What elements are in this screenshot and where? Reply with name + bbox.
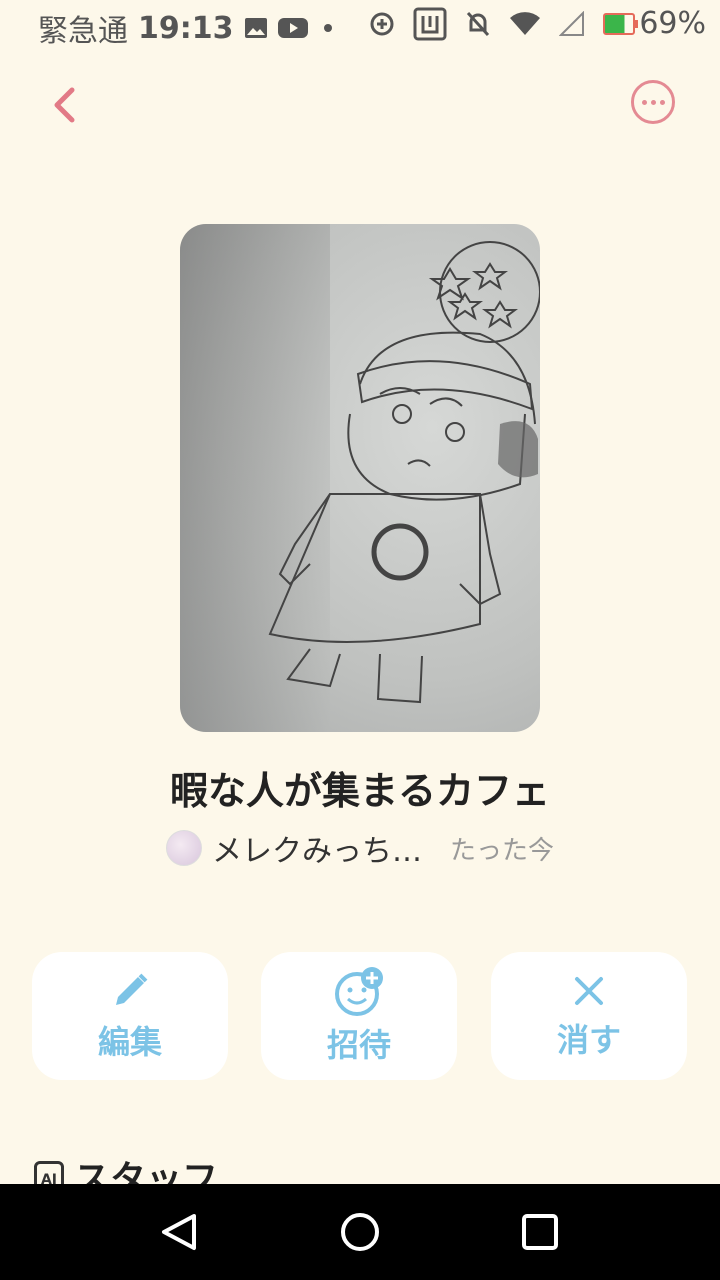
room-cover-image[interactable] — [180, 224, 540, 732]
dot — [659, 99, 665, 105]
nfc-icon — [413, 7, 447, 41]
more-options-button[interactable] — [631, 80, 675, 124]
image-icon — [244, 17, 268, 39]
clock: 19:13 — [138, 10, 234, 46]
data-saver-icon — [369, 11, 395, 37]
back-button[interactable] — [40, 80, 90, 130]
room-title: 暇な人が集まるカフェ — [169, 769, 550, 813]
status-bar: 緊急通 19:13 69% — [0, 0, 720, 50]
close-icon — [575, 977, 603, 1005]
signal-icon — [559, 10, 585, 37]
notification-dot-icon — [318, 18, 338, 38]
chevron-left-icon — [54, 87, 75, 123]
carrier-label: 緊急通 — [38, 14, 128, 49]
action-buttons: 編集 招待 消す — [32, 952, 688, 1080]
dot — [650, 99, 656, 105]
timestamp: たった今 — [449, 835, 554, 866]
youtube-icon — [277, 17, 308, 39]
sketch-drawing — [268, 241, 540, 704]
owner-avatar[interactable] — [165, 830, 202, 866]
wifi-icon — [509, 11, 541, 37]
system-nav-bar — [0, 1184, 720, 1280]
room-meta: メレクみっち… たった今 — [0, 826, 720, 870]
invite-label: 招待 — [326, 1026, 391, 1064]
battery-icon — [603, 12, 639, 35]
invite-button[interactable]: 招待 — [261, 952, 457, 1080]
nav-home-button[interactable] — [341, 1213, 379, 1251]
edit-button[interactable]: 編集 — [32, 952, 228, 1080]
pencil-icon — [116, 973, 148, 1005]
edit-label: 編集 — [97, 1023, 162, 1061]
top-nav — [0, 60, 720, 150]
delete-label: 消す — [556, 1021, 621, 1059]
battery-percent: 69% — [639, 6, 706, 41]
mute-icon — [465, 10, 491, 38]
nav-recents-button[interactable] — [522, 1214, 558, 1250]
dot — [641, 99, 647, 105]
nav-back-button[interactable] — [158, 1212, 200, 1252]
add-friend-icon — [335, 967, 383, 1016]
owner-name[interactable]: メレクみっち… — [212, 826, 422, 870]
delete-button[interactable]: 消す — [491, 952, 687, 1080]
